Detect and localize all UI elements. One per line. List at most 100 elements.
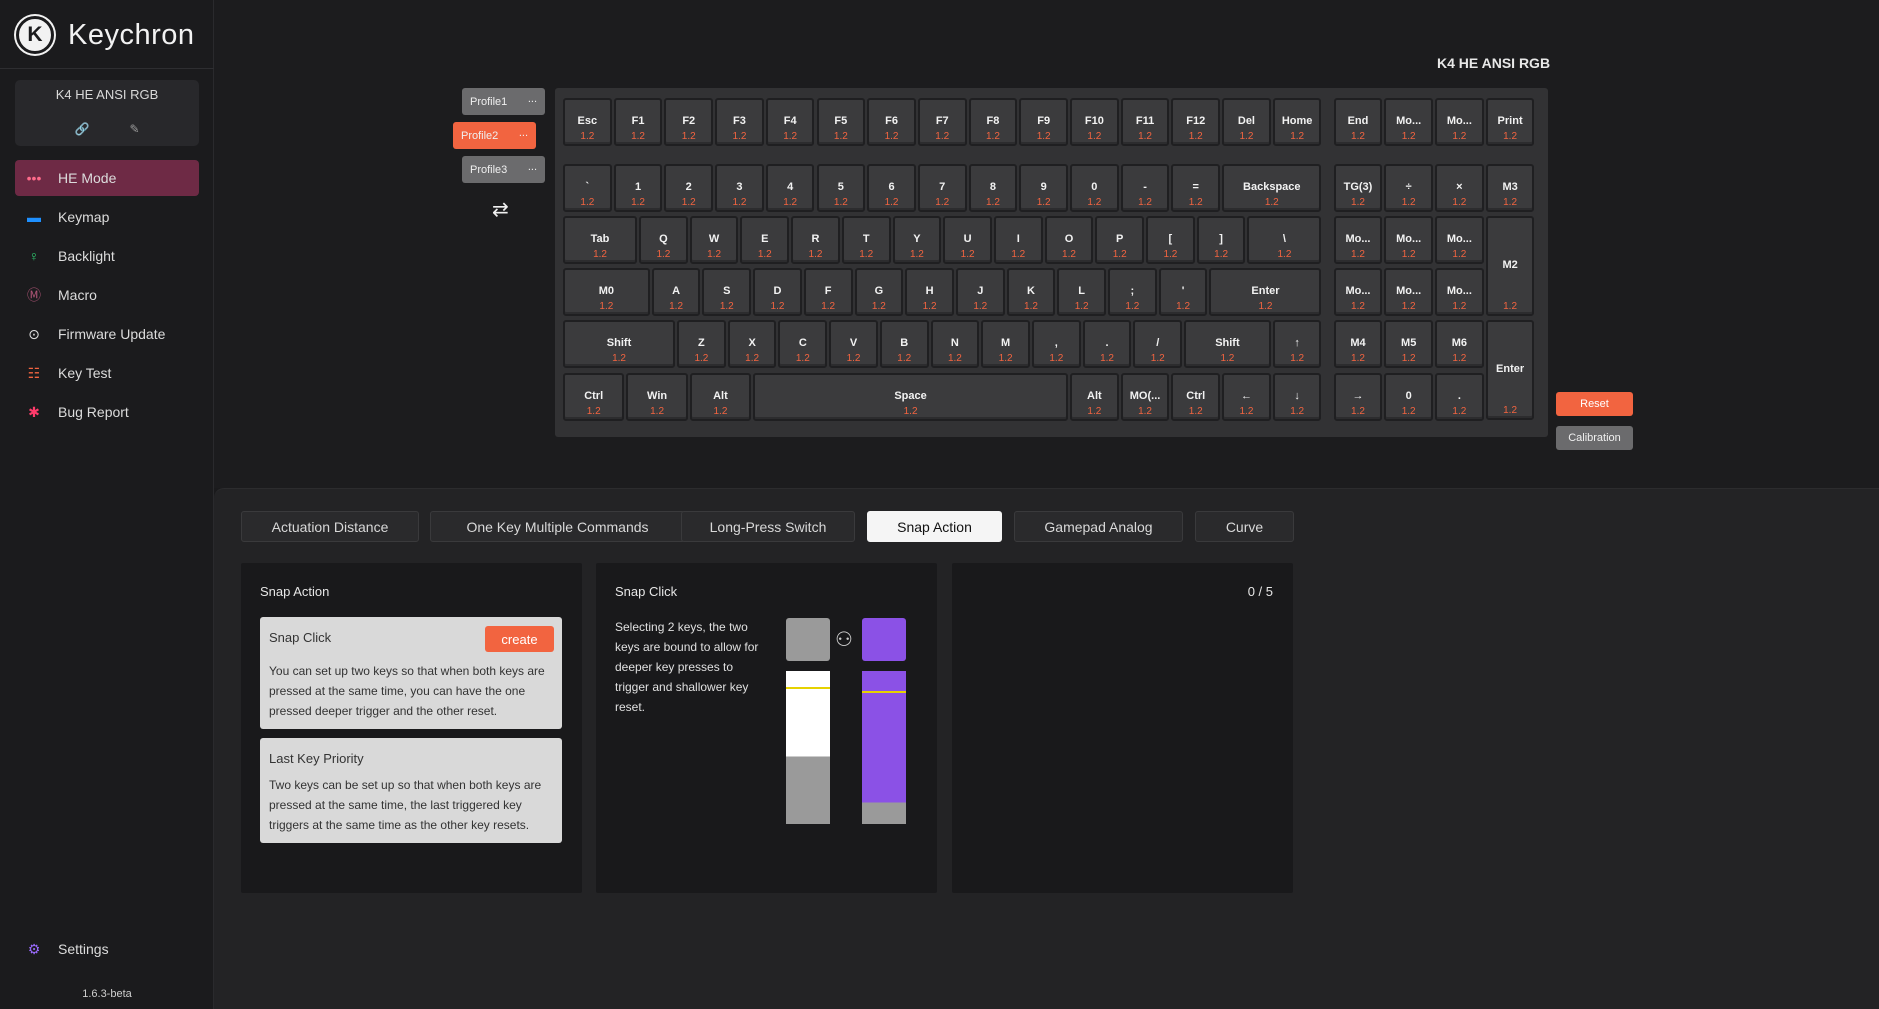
key[interactable]: M 1.2 (981, 320, 1030, 368)
key[interactable]: Alt 1.2 (689, 373, 752, 421)
key[interactable]: Del 1.2 (1222, 98, 1271, 146)
key[interactable]: P 1.2 (1095, 216, 1145, 264)
sidebar-item-key-test[interactable]: ☷ Key Test (15, 355, 199, 391)
key[interactable]: / 1.2 (1133, 320, 1183, 368)
key[interactable]: Mo... 1.2 (1384, 268, 1434, 316)
key[interactable]: F1 1.2 (613, 98, 663, 146)
key[interactable]: = 1.2 (1171, 164, 1221, 212)
key[interactable]: End 1.2 (1333, 98, 1383, 146)
key[interactable]: F8 1.2 (968, 98, 1018, 146)
key[interactable]: MO(... 1.2 (1120, 373, 1170, 421)
key[interactable]: F9 1.2 (1019, 98, 1068, 146)
key[interactable]: ] 1.2 (1196, 216, 1246, 264)
key[interactable]: 3 1.2 (715, 164, 764, 212)
key[interactable]: Ctrl 1.2 (563, 373, 625, 421)
key[interactable]: ← 1.2 (1222, 373, 1271, 421)
key[interactable]: F 1.2 (803, 268, 853, 316)
key[interactable]: I 1.2 (993, 216, 1043, 264)
key[interactable]: H 1.2 (905, 268, 954, 316)
key[interactable]: B 1.2 (879, 320, 929, 368)
key[interactable]: S 1.2 (702, 268, 752, 316)
key[interactable]: Shift 1.2 (563, 320, 676, 368)
key[interactable]: Home 1.2 (1272, 98, 1322, 146)
key[interactable]: [1.2 (1146, 216, 1195, 264)
key[interactable]: F6 1.2 (867, 98, 916, 146)
key[interactable]: U 1.2 (943, 216, 992, 264)
key[interactable]: Ctrl 1.2 (1171, 373, 1221, 421)
key[interactable]: A 1.2 (651, 268, 701, 316)
key[interactable]: F3 1.2 (715, 98, 764, 146)
profile-tab-3[interactable]: Profile3... (462, 156, 545, 183)
key[interactable]: L 1.2 (1057, 268, 1106, 316)
key[interactable]: X 1.2 (727, 320, 777, 368)
key[interactable]: M0 1.2 (563, 268, 650, 316)
tab-one-key-multiple-commands[interactable]: One Key Multiple Commands (430, 511, 685, 542)
key[interactable]: , 1.2 (1031, 320, 1081, 368)
tab-snap-action[interactable]: Snap Action (867, 511, 1002, 542)
key[interactable]: \ 1.2 (1247, 216, 1322, 264)
key[interactable]: Print 1.2 (1485, 98, 1535, 146)
sidebar-item-firmware-update[interactable]: ⊙ Firmware Update (15, 316, 199, 352)
key[interactable]: ' 1.2 (1158, 268, 1208, 316)
key[interactable]: M3 1.2 (1485, 164, 1535, 212)
reset-button[interactable]: Reset (1556, 392, 1633, 416)
key[interactable]: N 1.2 (930, 320, 980, 368)
key[interactable]: 7 1.2 (917, 164, 967, 212)
key[interactable]: Alt 1.2 (1070, 373, 1119, 421)
key[interactable]: W 1.2 (689, 216, 739, 264)
key[interactable]: ÷ 1.2 (1384, 164, 1434, 212)
key[interactable]: Backspace 1.2 (1222, 164, 1322, 212)
key[interactable]: M4 1.2 (1333, 320, 1383, 368)
key[interactable]: G 1.2 (854, 268, 904, 316)
key[interactable]: Q 1.2 (639, 216, 688, 264)
key[interactable]: Mo... 1.2 (1384, 98, 1434, 146)
key[interactable]: . 1.2 (1082, 320, 1132, 368)
key[interactable]: ; 1.2 (1108, 268, 1157, 316)
key[interactable]: D 1.2 (753, 268, 802, 316)
key[interactable]: 0 1.2 (1384, 373, 1434, 421)
key[interactable]: O 1.2 (1044, 216, 1094, 264)
key[interactable]: J 1.2 (955, 268, 1005, 316)
key[interactable]: K 1.2 (1006, 268, 1056, 316)
key[interactable]: Tab 1.2 (563, 216, 638, 264)
key[interactable]: Esc 1.2 (563, 98, 612, 146)
key[interactable]: Mo... 1.2 (1384, 216, 1434, 264)
link-icon[interactable]: 🔗 (74, 122, 89, 136)
key[interactable]: 0 1.2 (1070, 164, 1119, 212)
key[interactable]: T 1.2 (841, 216, 891, 264)
key[interactable]: 8 1.2 (968, 164, 1018, 212)
key[interactable]: Shift 1.2 (1184, 320, 1271, 368)
settings-button[interactable]: ⚙ Settings (25, 940, 109, 958)
calibration-button[interactable]: Calibration (1556, 426, 1633, 450)
key[interactable]: E 1.2 (740, 216, 790, 264)
key[interactable]: M5 1.2 (1384, 320, 1434, 368)
key[interactable]: Mo... 1.2 (1333, 216, 1383, 264)
key[interactable]: ↑ 1.2 (1272, 320, 1322, 368)
key[interactable]: F7 1.2 (917, 98, 967, 146)
create-button[interactable]: create (485, 626, 554, 652)
snap-click-option[interactable]: Snap Click create You can set up two key… (260, 617, 562, 729)
tab-long-press-switch[interactable]: Long-Press Switch (681, 511, 855, 542)
key[interactable]: 4 1.2 (765, 164, 815, 212)
key[interactable]: TG(3) 1.2 (1333, 164, 1383, 212)
key[interactable]: - 1.2 (1120, 164, 1170, 212)
tab-actuation-distance[interactable]: Actuation Distance (241, 511, 419, 542)
key[interactable]: Y 1.2 (892, 216, 942, 264)
swap-icon[interactable]: ⇄ (492, 197, 509, 222)
sidebar-item-bug-report[interactable]: ✱ Bug Report (15, 394, 199, 430)
key[interactable]: Enter 1.2 (1209, 268, 1322, 316)
key[interactable]: 1 1.2 (613, 164, 663, 212)
key[interactable]: 6 1.2 (867, 164, 916, 212)
last-key-priority-option[interactable]: Last Key Priority Two keys can be set up… (260, 738, 562, 843)
key[interactable]: F11 1.2 (1120, 98, 1170, 146)
key[interactable]: V 1.2 (829, 320, 878, 368)
more-icon[interactable]: ... (519, 127, 528, 139)
sidebar-item-keymap[interactable]: ▬ Keymap (15, 199, 199, 235)
key[interactable]: F2 1.2 (664, 98, 714, 146)
tab-gamepad-analog[interactable]: Gamepad Analog (1014, 511, 1183, 542)
key[interactable]: F5 1.2 (816, 98, 866, 146)
key[interactable]: Mo... 1.2 (1435, 216, 1484, 264)
profile-tab-1[interactable]: Profile1... (462, 88, 545, 115)
edit-icon[interactable]: ✎ (129, 122, 139, 136)
key[interactable]: × 1.2 (1435, 164, 1484, 212)
